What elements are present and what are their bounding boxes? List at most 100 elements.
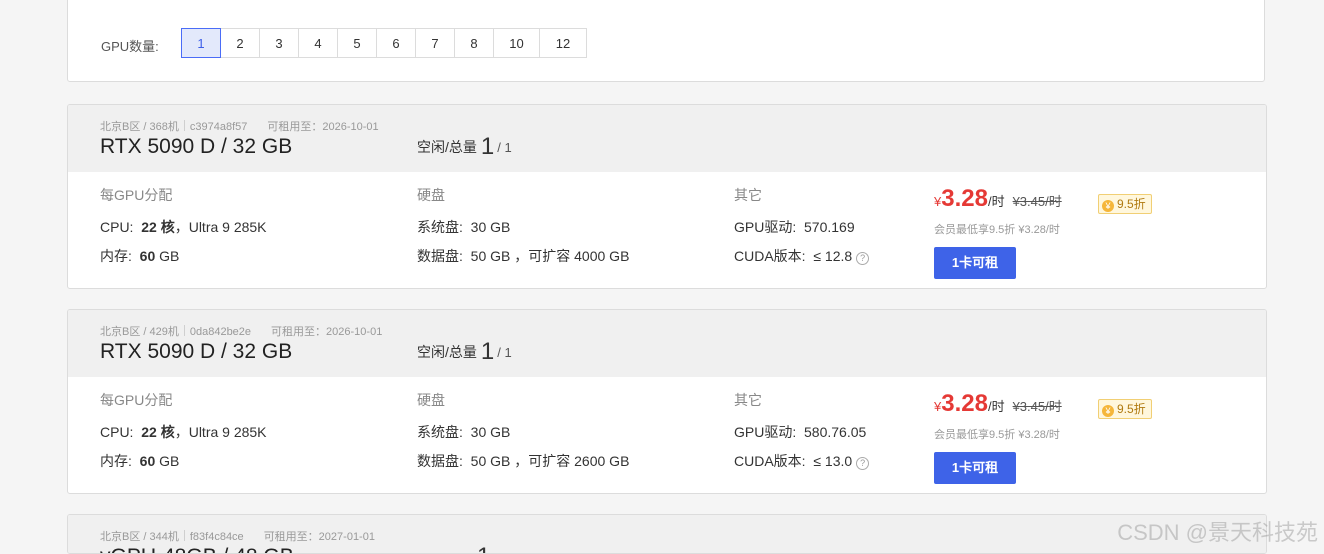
gpu-driver-label: GPU驱动: (734, 424, 797, 440)
system-disk-value: 30 GB (470, 424, 511, 440)
cpu-cores: 22 核 (141, 424, 175, 440)
gpu-count-option-10[interactable]: 10 (493, 28, 540, 58)
gpu-driver-label: GPU驱动: (734, 219, 797, 235)
gpu-count-option-5[interactable]: 5 (337, 28, 377, 58)
listing-region: 北京B区 / 344机 (100, 531, 179, 543)
gpu-count-option-6[interactable]: 6 (376, 28, 416, 58)
system-disk-label: 系统盘: (417, 219, 463, 235)
help-icon[interactable]: ? (856, 252, 870, 265)
stock-total: / 1 (497, 140, 512, 155)
stock-idle: 1 (477, 543, 490, 553)
price-unit: /时 (987, 194, 1005, 209)
watermark: CSDN @景天科技苑 (1117, 520, 1318, 545)
listing-header: 北京B区 / 429机 0da842be2e 可租用至：2026-10-01 RTX… (68, 310, 1266, 377)
memory-value: 60 (139, 453, 156, 469)
stock-label: 空闲/总量 (417, 344, 477, 360)
stock-idle: 1 (480, 338, 495, 365)
discount-text: 9.5折 (1117, 197, 1146, 211)
section-per-gpu: 每GPU分配 (100, 187, 173, 203)
listing-card: 北京B区 / 344机 f83f4c84ce 可租用至：2027-01-01 vGP… (67, 514, 1267, 554)
system-disk-label: 系统盘: (417, 424, 463, 440)
section-other: 其它 (734, 187, 762, 203)
system-disk-value: 30 GB (470, 219, 511, 235)
listing-meta: 北京B区 / 344机 f83f4c84ce 可租用至：2027-01-01 (100, 528, 375, 544)
listing-header: 北京B区 / 368机 c3974a8f57 可租用至：2026-10-01 RTX… (68, 105, 1266, 172)
data-disk-value: 50 GB ，可扩容 2600 GB (470, 453, 630, 469)
listing-available-until: 可租用至：2027-01-01 (263, 531, 375, 543)
divider (183, 120, 185, 131)
data-disk-value: 50 GB ，可扩容 4000 GB (470, 248, 630, 264)
gpu-count-option-3[interactable]: 3 (259, 28, 299, 58)
listing-available-until: 可租用至：2026-10-01 (271, 326, 383, 338)
original-price: ¥3.45/时 (1012, 194, 1062, 209)
discount-badge: ¥9.5折 (1098, 399, 1152, 419)
gpu-driver-spec: GPU驱动: 580.76.05 (734, 422, 866, 442)
listing-region: 北京B区 / 368机 (100, 121, 179, 133)
data-disk-label: 数据盘: (417, 453, 463, 469)
listing-title: RTX 5090 D / 32 GB (100, 340, 293, 363)
discount-badge: ¥9.5折 (1098, 194, 1152, 214)
section-other: 其它 (734, 392, 762, 408)
discount-text: 9.5折 (1117, 402, 1146, 416)
coin-icon: ¥ (1102, 200, 1114, 212)
listing-header: 北京B区 / 344机 f83f4c84ce 可租用至：2027-01-01 vGP… (68, 515, 1266, 553)
help-icon[interactable]: ? (856, 457, 870, 470)
price-value: 3.28 (941, 185, 988, 212)
memory-spec: 内存: 60 GB (100, 451, 179, 471)
divider (183, 530, 185, 541)
gpu-count-option-4[interactable]: 4 (298, 28, 338, 58)
gpu-driver-spec: GPU驱动: 570.169 (734, 217, 855, 237)
listing-id: 0da842be2e (189, 326, 252, 338)
cuda-value: ≤ 13.0 (813, 453, 853, 469)
listing-stock: 空闲/总量 1/ 1 (417, 133, 512, 161)
system-disk-spec: 系统盘: 30 GB (417, 217, 510, 237)
gpu-count-option-1[interactable]: 1 (181, 28, 221, 58)
gpu-count-option-7[interactable]: 7 (415, 28, 455, 58)
price: ¥3.28/时 ¥3.45/时 (934, 185, 1062, 213)
cpu-label: CPU: (100, 219, 134, 235)
section-disk: 硬盘 (417, 187, 445, 203)
memory-unit: GB (159, 453, 180, 469)
rent-button[interactable]: 1卡可租 (934, 247, 1016, 279)
cuda-label: CUDA版本: (734, 248, 806, 264)
cuda-spec: CUDA版本: ≤ 12.8? (734, 246, 870, 266)
listing-meta: 北京B区 / 429机 0da842be2e 可租用至：2026-10-01 (100, 323, 382, 339)
listing-available-until: 可租用至：2026-10-01 (267, 121, 379, 133)
gpu-driver-value: 570.169 (804, 219, 855, 235)
price-unit: /时 (987, 399, 1005, 414)
data-disk-label: 数据盘: (417, 248, 463, 264)
cuda-spec: CUDA版本: ≤ 13.0? (734, 451, 870, 471)
gpu-filter-panel: GPU数量: 1 2 3 4 5 6 7 8 10 12 (67, 0, 1265, 82)
listing-id: f83f4c84ce (189, 531, 244, 543)
data-disk-spec: 数据盘: 50 GB ，可扩容 4000 GB (417, 246, 629, 266)
gpu-count-option-8[interactable]: 8 (454, 28, 494, 58)
member-price-note: 会员最低享9.5折 ¥3.28/时 (934, 429, 1060, 441)
listing-title: RTX 5090 D / 32 GB (100, 135, 293, 158)
listing-card: 北京B区 / 429机 0da842be2e 可租用至：2026-10-01 RTX… (67, 309, 1267, 494)
data-disk-spec: 数据盘: 50 GB ，可扩容 2600 GB (417, 451, 629, 471)
price: ¥3.28/时 ¥3.45/时 (934, 390, 1062, 418)
section-per-gpu: 每GPU分配 (100, 392, 173, 408)
cuda-label: CUDA版本: (734, 453, 806, 469)
listing-region: 北京B区 / 429机 (100, 326, 179, 338)
stock-idle: 1 (480, 133, 495, 160)
listing-id: c3974a8f57 (189, 121, 248, 133)
gpu-count-option-2[interactable]: 2 (220, 28, 260, 58)
gpu-count-option-12[interactable]: 12 (539, 28, 587, 58)
original-price: ¥3.45/时 (1012, 399, 1062, 414)
memory-label: 内存: (100, 248, 132, 264)
stock-total: / 1 (497, 345, 512, 360)
memory-spec: 内存: 60 GB (100, 246, 179, 266)
cpu-model: ，Ultra 9 285K (174, 424, 267, 440)
listing-meta: 北京B区 / 368机 c3974a8f57 可租用至：2026-10-01 (100, 118, 379, 134)
section-disk: 硬盘 (417, 392, 445, 408)
listing-stock: 1 (417, 543, 490, 553)
cuda-value: ≤ 12.8 (813, 248, 853, 264)
cpu-cores: 22 核 (141, 219, 175, 235)
gpu-count-label: GPU数量: (101, 39, 159, 54)
rent-button[interactable]: 1卡可租 (934, 452, 1016, 484)
system-disk-spec: 系统盘: 30 GB (417, 422, 510, 442)
listing-title: vGPU-48GB / 48 GB (100, 545, 294, 553)
cpu-label: CPU: (100, 424, 134, 440)
stock-label: 空闲/总量 (417, 139, 477, 155)
